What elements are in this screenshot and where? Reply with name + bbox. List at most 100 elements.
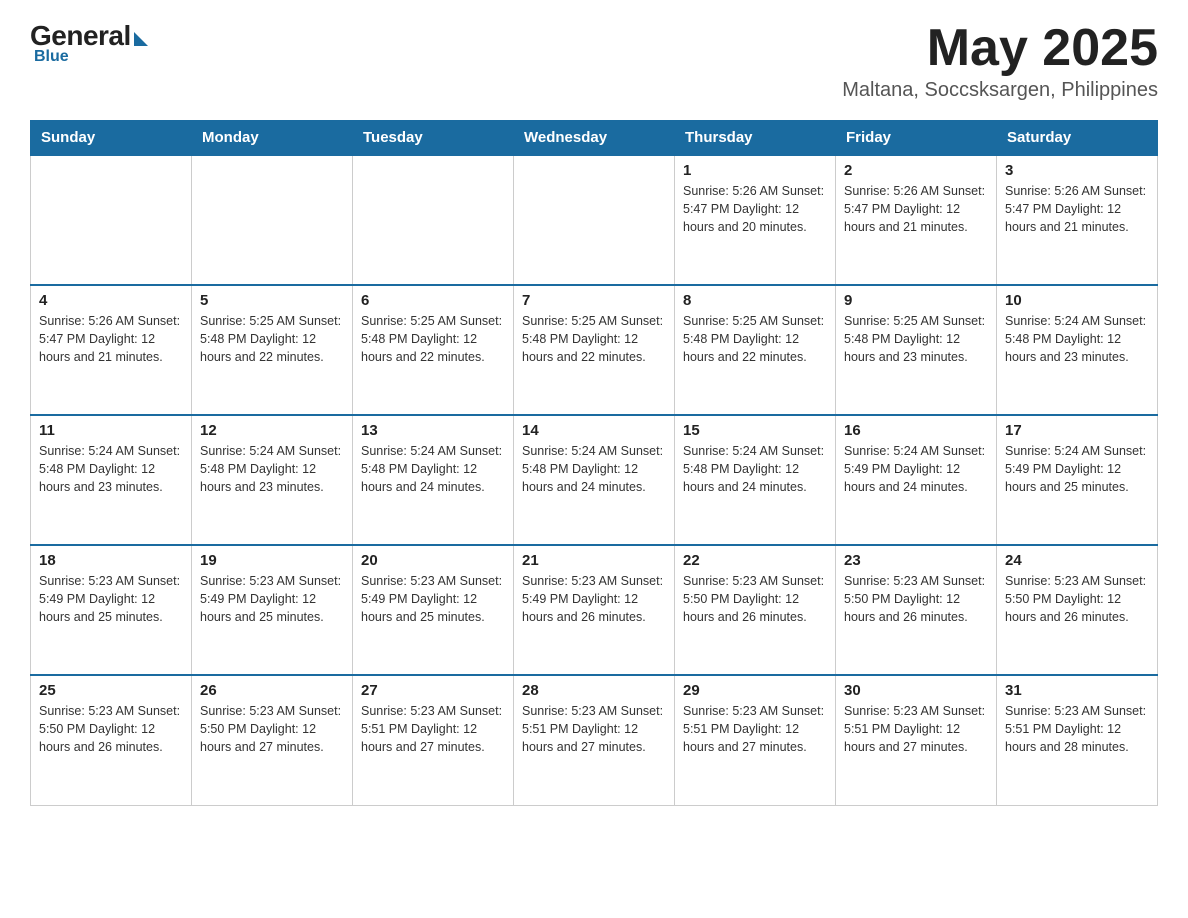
calendar-cell-w1-d2: [353, 155, 514, 285]
day-number: 6: [361, 292, 505, 309]
calendar-cell-w2-d5: 9 Sunrise: 5:25 AM Sunset: 5:48 PM Daylig…: [836, 285, 997, 415]
day-info: Sunrise: 5:25 AM Sunset: 5:48 PM Dayligh…: [361, 312, 505, 366]
day-number: 17: [1005, 422, 1149, 439]
day-info: Sunrise: 5:24 AM Sunset: 5:48 PM Dayligh…: [1005, 312, 1149, 366]
day-info: Sunrise: 5:25 AM Sunset: 5:48 PM Dayligh…: [200, 312, 344, 366]
col-thursday: Thursday: [675, 121, 836, 156]
calendar-cell-w5-d6: 31Sunrise: 5:23 AM Sunset: 5:51 PM Dayli…: [997, 675, 1158, 805]
day-info: Sunrise: 5:24 AM Sunset: 5:48 PM Dayligh…: [683, 442, 827, 496]
calendar-week-2: 4 Sunrise: 5:26 AM Sunset: 5:47 PM Daylig…: [31, 285, 1158, 415]
logo-triangle-icon: [134, 32, 148, 46]
day-number: 28: [522, 682, 666, 699]
day-info: Sunrise: 5:23 AM Sunset: 5:50 PM Dayligh…: [200, 702, 344, 756]
calendar-cell-w4-d6: 24 Sunrise: 5:23 AM Sunset: 5:50 PM Dayli…: [997, 545, 1158, 675]
logo[interactable]: General Blue: [30, 20, 148, 66]
day-info: Sunrise: 5:24 AM Sunset: 5:49 PM Dayligh…: [1005, 442, 1149, 496]
col-tuesday: Tuesday: [353, 121, 514, 156]
day-info: Sunrise: 5:23 AM Sunset: 5:50 PM Dayligh…: [844, 572, 988, 626]
page-header: General Blue May 2025 Maltana, Soccsksar…: [30, 20, 1158, 102]
day-number: 29: [683, 682, 827, 699]
col-sunday: Sunday: [31, 121, 192, 156]
calendar-cell-w2-d6: 10Sunrise: 5:24 AM Sunset: 5:48 PM Dayli…: [997, 285, 1158, 415]
calendar-cell-w3-d6: 17 Sunrise: 5:24 AM Sunset: 5:49 PM Dayli…: [997, 415, 1158, 545]
day-number: 12: [200, 422, 344, 439]
day-number: 1: [683, 162, 827, 179]
calendar-cell-w2-d2: 6 Sunrise: 5:25 AM Sunset: 5:48 PM Daylig…: [353, 285, 514, 415]
calendar-cell-w1-d1: [192, 155, 353, 285]
calendar-cell-w4-d4: 22Sunrise: 5:23 AM Sunset: 5:50 PM Dayli…: [675, 545, 836, 675]
day-number: 16: [844, 422, 988, 439]
calendar-cell-w1-d3: [514, 155, 675, 285]
calendar-header-row: Sunday Monday Tuesday Wednesday Thursday…: [31, 121, 1158, 156]
day-number: 15: [683, 422, 827, 439]
calendar-cell-w4-d1: 19 Sunrise: 5:23 AM Sunset: 5:49 PM Dayli…: [192, 545, 353, 675]
day-number: 8: [683, 292, 827, 309]
calendar-cell-w1-d6: 3Sunrise: 5:26 AM Sunset: 5:47 PM Daylig…: [997, 155, 1158, 285]
day-number: 14: [522, 422, 666, 439]
day-info: Sunrise: 5:24 AM Sunset: 5:48 PM Dayligh…: [200, 442, 344, 496]
day-info: Sunrise: 5:23 AM Sunset: 5:49 PM Dayligh…: [522, 572, 666, 626]
day-info: Sunrise: 5:23 AM Sunset: 5:51 PM Dayligh…: [683, 702, 827, 756]
day-info: Sunrise: 5:23 AM Sunset: 5:49 PM Dayligh…: [200, 572, 344, 626]
day-number: 9: [844, 292, 988, 309]
calendar-table: Sunday Monday Tuesday Wednesday Thursday…: [30, 120, 1158, 806]
calendar-cell-w4-d2: 20Sunrise: 5:23 AM Sunset: 5:49 PM Dayli…: [353, 545, 514, 675]
day-number: 25: [39, 682, 183, 699]
day-number: 4: [39, 292, 183, 309]
title-block: May 2025 Maltana, Soccsksargen, Philippi…: [842, 20, 1158, 102]
day-info: Sunrise: 5:25 AM Sunset: 5:48 PM Dayligh…: [844, 312, 988, 366]
calendar-cell-w5-d0: 25 Sunrise: 5:23 AM Sunset: 5:50 PM Dayli…: [31, 675, 192, 805]
col-friday: Friday: [836, 121, 997, 156]
day-info: Sunrise: 5:23 AM Sunset: 5:50 PM Dayligh…: [1005, 572, 1149, 626]
logo-blue-text: Blue: [34, 48, 69, 66]
day-info: Sunrise: 5:24 AM Sunset: 5:48 PM Dayligh…: [361, 442, 505, 496]
day-number: 7: [522, 292, 666, 309]
calendar-cell-w5-d1: 26Sunrise: 5:23 AM Sunset: 5:50 PM Dayli…: [192, 675, 353, 805]
calendar-cell-w3-d0: 11 Sunrise: 5:24 AM Sunset: 5:48 PM Dayli…: [31, 415, 192, 545]
day-number: 22: [683, 552, 827, 569]
day-info: Sunrise: 5:24 AM Sunset: 5:48 PM Dayligh…: [522, 442, 666, 496]
calendar-cell-w5-d3: 28 Sunrise: 5:23 AM Sunset: 5:51 PM Dayli…: [514, 675, 675, 805]
calendar-cell-w3-d2: 13Sunrise: 5:24 AM Sunset: 5:48 PM Dayli…: [353, 415, 514, 545]
day-number: 24: [1005, 552, 1149, 569]
calendar-cell-w2-d4: 8 Sunrise: 5:25 AM Sunset: 5:48 PM Daylig…: [675, 285, 836, 415]
day-number: 21: [522, 552, 666, 569]
day-number: 11: [39, 422, 183, 439]
calendar-cell-w4-d3: 21 Sunrise: 5:23 AM Sunset: 5:49 PM Dayli…: [514, 545, 675, 675]
day-number: 3: [1005, 162, 1149, 179]
day-number: 23: [844, 552, 988, 569]
day-info: Sunrise: 5:24 AM Sunset: 5:48 PM Dayligh…: [39, 442, 183, 496]
calendar-cell-w3-d5: 16 Sunrise: 5:24 AM Sunset: 5:49 PM Dayli…: [836, 415, 997, 545]
day-number: 2: [844, 162, 988, 179]
calendar-week-1: 1 Sunrise: 5:26 AM Sunset: 5:47 PM Daylig…: [31, 155, 1158, 285]
day-number: 30: [844, 682, 988, 699]
day-info: Sunrise: 5:25 AM Sunset: 5:48 PM Dayligh…: [683, 312, 827, 366]
calendar-week-5: 25 Sunrise: 5:23 AM Sunset: 5:50 PM Dayli…: [31, 675, 1158, 805]
calendar-cell-w2-d3: 7 Sunrise: 5:25 AM Sunset: 5:48 PM Daylig…: [514, 285, 675, 415]
calendar-cell-w1-d0: [31, 155, 192, 285]
col-wednesday: Wednesday: [514, 121, 675, 156]
day-number: 19: [200, 552, 344, 569]
day-info: Sunrise: 5:25 AM Sunset: 5:48 PM Dayligh…: [522, 312, 666, 366]
day-number: 31: [1005, 682, 1149, 699]
calendar-cell-w5-d4: 29 Sunrise: 5:23 AM Sunset: 5:51 PM Dayli…: [675, 675, 836, 805]
day-info: Sunrise: 5:26 AM Sunset: 5:47 PM Dayligh…: [39, 312, 183, 366]
day-info: Sunrise: 5:23 AM Sunset: 5:51 PM Dayligh…: [844, 702, 988, 756]
calendar-cell-w3-d4: 15 Sunrise: 5:24 AM Sunset: 5:48 PM Dayli…: [675, 415, 836, 545]
calendar-cell-w4-d0: 18Sunrise: 5:23 AM Sunset: 5:49 PM Dayli…: [31, 545, 192, 675]
calendar-cell-w1-d4: 1 Sunrise: 5:26 AM Sunset: 5:47 PM Daylig…: [675, 155, 836, 285]
day-number: 5: [200, 292, 344, 309]
day-info: Sunrise: 5:23 AM Sunset: 5:49 PM Dayligh…: [39, 572, 183, 626]
day-info: Sunrise: 5:23 AM Sunset: 5:50 PM Dayligh…: [39, 702, 183, 756]
day-info: Sunrise: 5:26 AM Sunset: 5:47 PM Dayligh…: [844, 182, 988, 236]
calendar-cell-w3-d3: 14 Sunrise: 5:24 AM Sunset: 5:48 PM Dayli…: [514, 415, 675, 545]
calendar-cell-w2-d1: 5 Sunrise: 5:25 AM Sunset: 5:48 PM Daylig…: [192, 285, 353, 415]
col-monday: Monday: [192, 121, 353, 156]
day-info: Sunrise: 5:23 AM Sunset: 5:49 PM Dayligh…: [361, 572, 505, 626]
day-info: Sunrise: 5:24 AM Sunset: 5:49 PM Dayligh…: [844, 442, 988, 496]
calendar-cell-w1-d5: 2 Sunrise: 5:26 AM Sunset: 5:47 PM Daylig…: [836, 155, 997, 285]
day-number: 27: [361, 682, 505, 699]
day-info: Sunrise: 5:26 AM Sunset: 5:47 PM Dayligh…: [683, 182, 827, 236]
calendar-week-3: 11 Sunrise: 5:24 AM Sunset: 5:48 PM Dayli…: [31, 415, 1158, 545]
day-info: Sunrise: 5:23 AM Sunset: 5:51 PM Dayligh…: [522, 702, 666, 756]
